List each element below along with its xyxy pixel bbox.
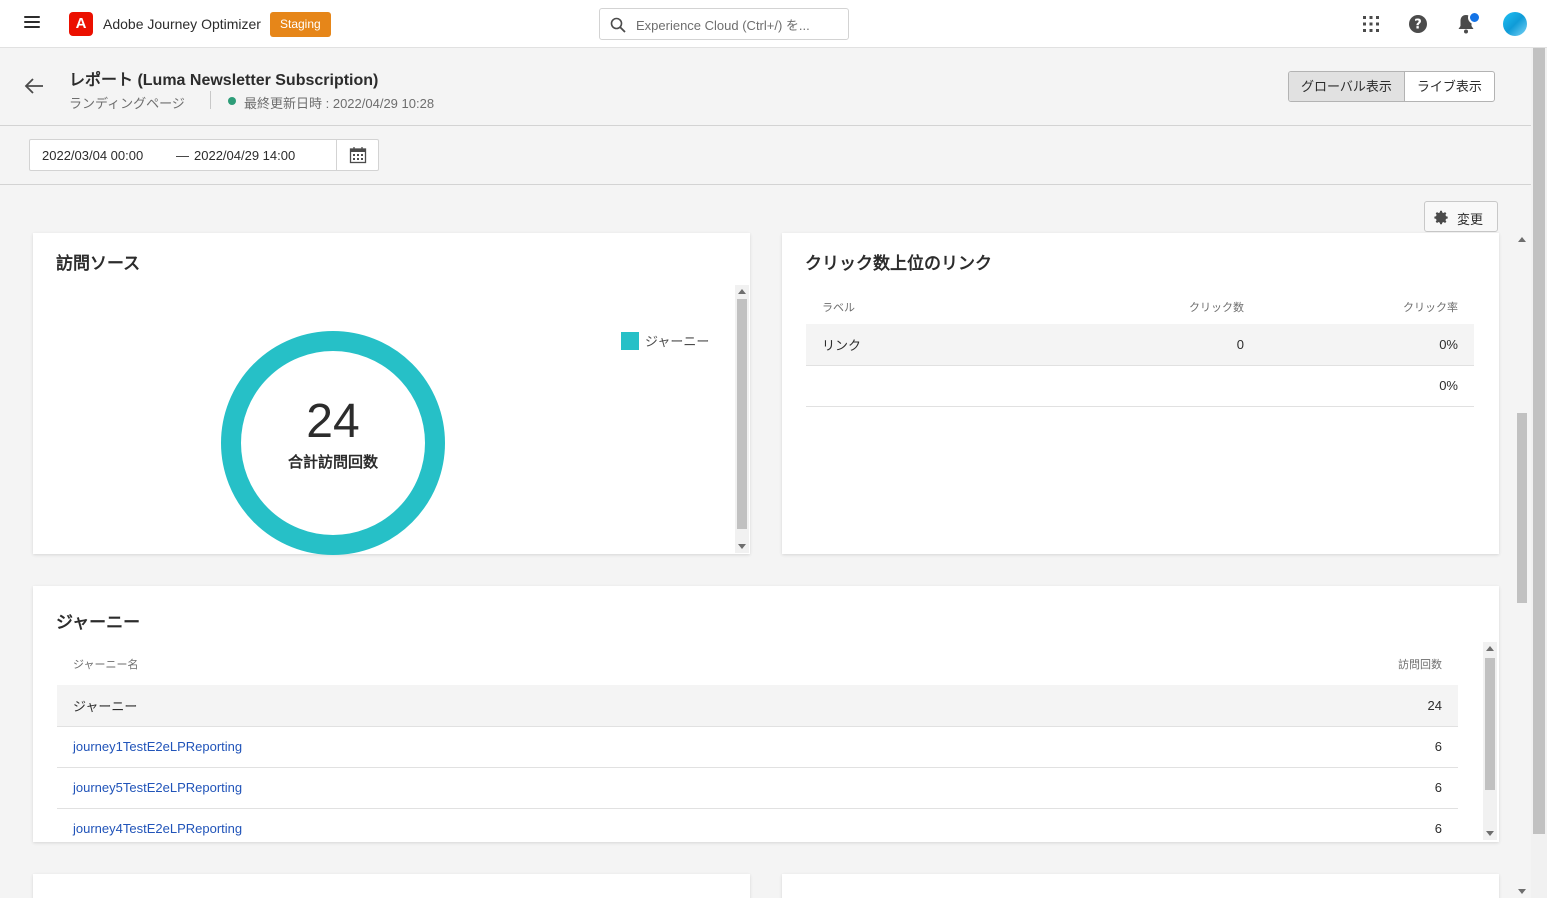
cell-visits: 6 (1073, 726, 1458, 768)
search-box[interactable] (599, 8, 849, 40)
legend-label: ジャーニー (645, 334, 710, 349)
journeys-scrollbar[interactable] (1483, 642, 1497, 840)
table-row: journey1TestE2eLPReporting 6 (57, 726, 1458, 768)
visit-sources-card: 訪問ソース 24 合計訪問回数 ジャーニー (33, 233, 750, 555)
report-card (782, 874, 1499, 898)
scroll-thumb[interactable] (737, 299, 747, 529)
view-toggle: グローバル表示 ライブ表示 (1288, 71, 1495, 102)
menu-icon[interactable] (24, 16, 40, 30)
donut-total-label: 合計訪問回数 (287, 454, 378, 471)
back-arrow-icon[interactable] (24, 77, 44, 95)
last-updated: 最終更新日時 : 2022/04/29 10:28 (244, 96, 435, 111)
column-header-visits[interactable]: 訪問回数 (1074, 642, 1458, 685)
table-row: ジャーニー 24 (57, 685, 1458, 727)
table-header-row: ラベル クリック数 クリック率 (806, 289, 1474, 324)
status-dot (228, 97, 236, 105)
cell-clicks: 0 (1066, 324, 1260, 366)
table-header-row: ジャーニー名 訪問回数 (57, 642, 1458, 685)
cell-visits: 24 (1073, 685, 1458, 727)
adobe-logo[interactable]: A (69, 12, 93, 36)
change-button[interactable]: 変更 (1424, 201, 1498, 232)
avatar[interactable] (1503, 12, 1527, 36)
content-scrollbar[interactable] (1515, 233, 1529, 898)
help-icon[interactable]: ? (1406, 12, 1430, 36)
cell-clicks (1066, 365, 1260, 407)
journeys-card: ジャーニー ジャーニー名 訪問回数 ジャーニー 24 journey1TestE… (33, 586, 1499, 842)
top-links-table: ラベル クリック数 クリック率 リンク 0 0% 0% (806, 289, 1474, 407)
svg-text:?: ? (1414, 18, 1422, 33)
environment-badge[interactable]: Staging (270, 12, 331, 37)
scroll-thumb[interactable] (1517, 413, 1527, 603)
table-row: リンク 0 0% (806, 324, 1474, 366)
chart-legend[interactable]: ジャーニー (621, 331, 709, 350)
journey-link[interactable]: journey1TestE2eLPReporting (73, 739, 242, 754)
journeys-title: ジャーニー (56, 613, 141, 632)
cell-label: リンク (806, 324, 1066, 366)
scroll-up-arrow[interactable] (738, 289, 746, 294)
column-header-journey-name[interactable]: ジャーニー名 (57, 642, 1074, 685)
cell-label (806, 365, 1066, 407)
top-links-card: クリック数上位のリンク ラベル クリック数 クリック率 リンク 0 0% 0% (782, 233, 1499, 554)
donut-total-value: 24 (306, 395, 360, 448)
table-row: journey5TestE2eLPReporting 6 (57, 767, 1458, 809)
page-header: レポート (Luma Newsletter Subscription) ランディ… (0, 49, 1531, 126)
date-start[interactable]: 2022/03/04 00:00 (42, 148, 143, 163)
report-card (33, 874, 750, 898)
column-header-label[interactable]: ラベル (806, 289, 1066, 324)
notification-badge (1468, 11, 1481, 24)
cell-visits: 6 (1073, 767, 1458, 809)
top-links-title: クリック数上位のリンク (805, 254, 992, 273)
content-scroll-track[interactable] (1515, 233, 1529, 898)
gear-icon (1434, 210, 1448, 225)
scroll-down-arrow[interactable] (738, 544, 746, 549)
scroll-up-arrow[interactable] (1486, 646, 1494, 651)
journey-link[interactable]: journey5TestE2eLPReporting (73, 780, 242, 795)
scroll-down-arrow[interactable] (1486, 831, 1494, 836)
date-range-bar: 2022/03/04 00:00 — 2022/04/29 14:00 (0, 127, 1531, 185)
journeys-table: ジャーニー名 訪問回数 ジャーニー 24 journey1TestE2eLPRe… (57, 642, 1458, 849)
apps-grid-icon[interactable] (1359, 12, 1383, 36)
cell-visits: 6 (1434, 821, 1442, 837)
journey-link[interactable]: journey4TestE2eLPReporting (73, 821, 242, 836)
legend-swatch (621, 331, 639, 350)
top-navigation: A Adobe Journey Optimizer Staging ? (0, 0, 1547, 48)
date-end[interactable]: 2022/04/29 14:00 (194, 148, 295, 163)
page-title: レポート (Luma Newsletter Subscription) (69, 72, 379, 89)
change-label: 変更 (1457, 212, 1484, 227)
cell-journey-name: ジャーニー (57, 685, 1074, 727)
date-range-picker[interactable]: 2022/03/04 00:00 — 2022/04/29 14:00 (29, 139, 379, 171)
table-row: 0% (806, 365, 1474, 407)
scroll-thumb[interactable] (1485, 658, 1495, 790)
visits-scrollbar[interactable] (735, 285, 749, 553)
search-icon (610, 17, 626, 33)
scroll-down-arrow[interactable] (1518, 889, 1526, 894)
column-header-clicks[interactable]: クリック数 (1066, 289, 1260, 324)
column-header-rate[interactable]: クリック率 (1260, 289, 1474, 324)
page-scroll-thumb[interactable] (1533, 48, 1545, 834)
app-title[interactable]: Adobe Journey Optimizer (103, 16, 261, 32)
visit-sources-title: 訪問ソース (56, 254, 141, 273)
page-subtitle: ランディングページ (69, 96, 185, 111)
cell-rate: 0% (1260, 365, 1474, 407)
table-row: journey4TestE2eLPReporting 6 (57, 808, 1458, 849)
global-view-button[interactable]: グローバル表示 (1289, 72, 1405, 101)
page-scrollbar[interactable] (1531, 48, 1547, 898)
divider (210, 91, 211, 109)
search-input[interactable] (636, 15, 836, 35)
scroll-up-arrow[interactable] (1518, 237, 1526, 242)
date-separator: — (176, 148, 189, 163)
cell-rate: 0% (1260, 324, 1474, 366)
calendar-icon[interactable] (336, 140, 379, 170)
live-view-button[interactable]: ライブ表示 (1405, 72, 1494, 101)
